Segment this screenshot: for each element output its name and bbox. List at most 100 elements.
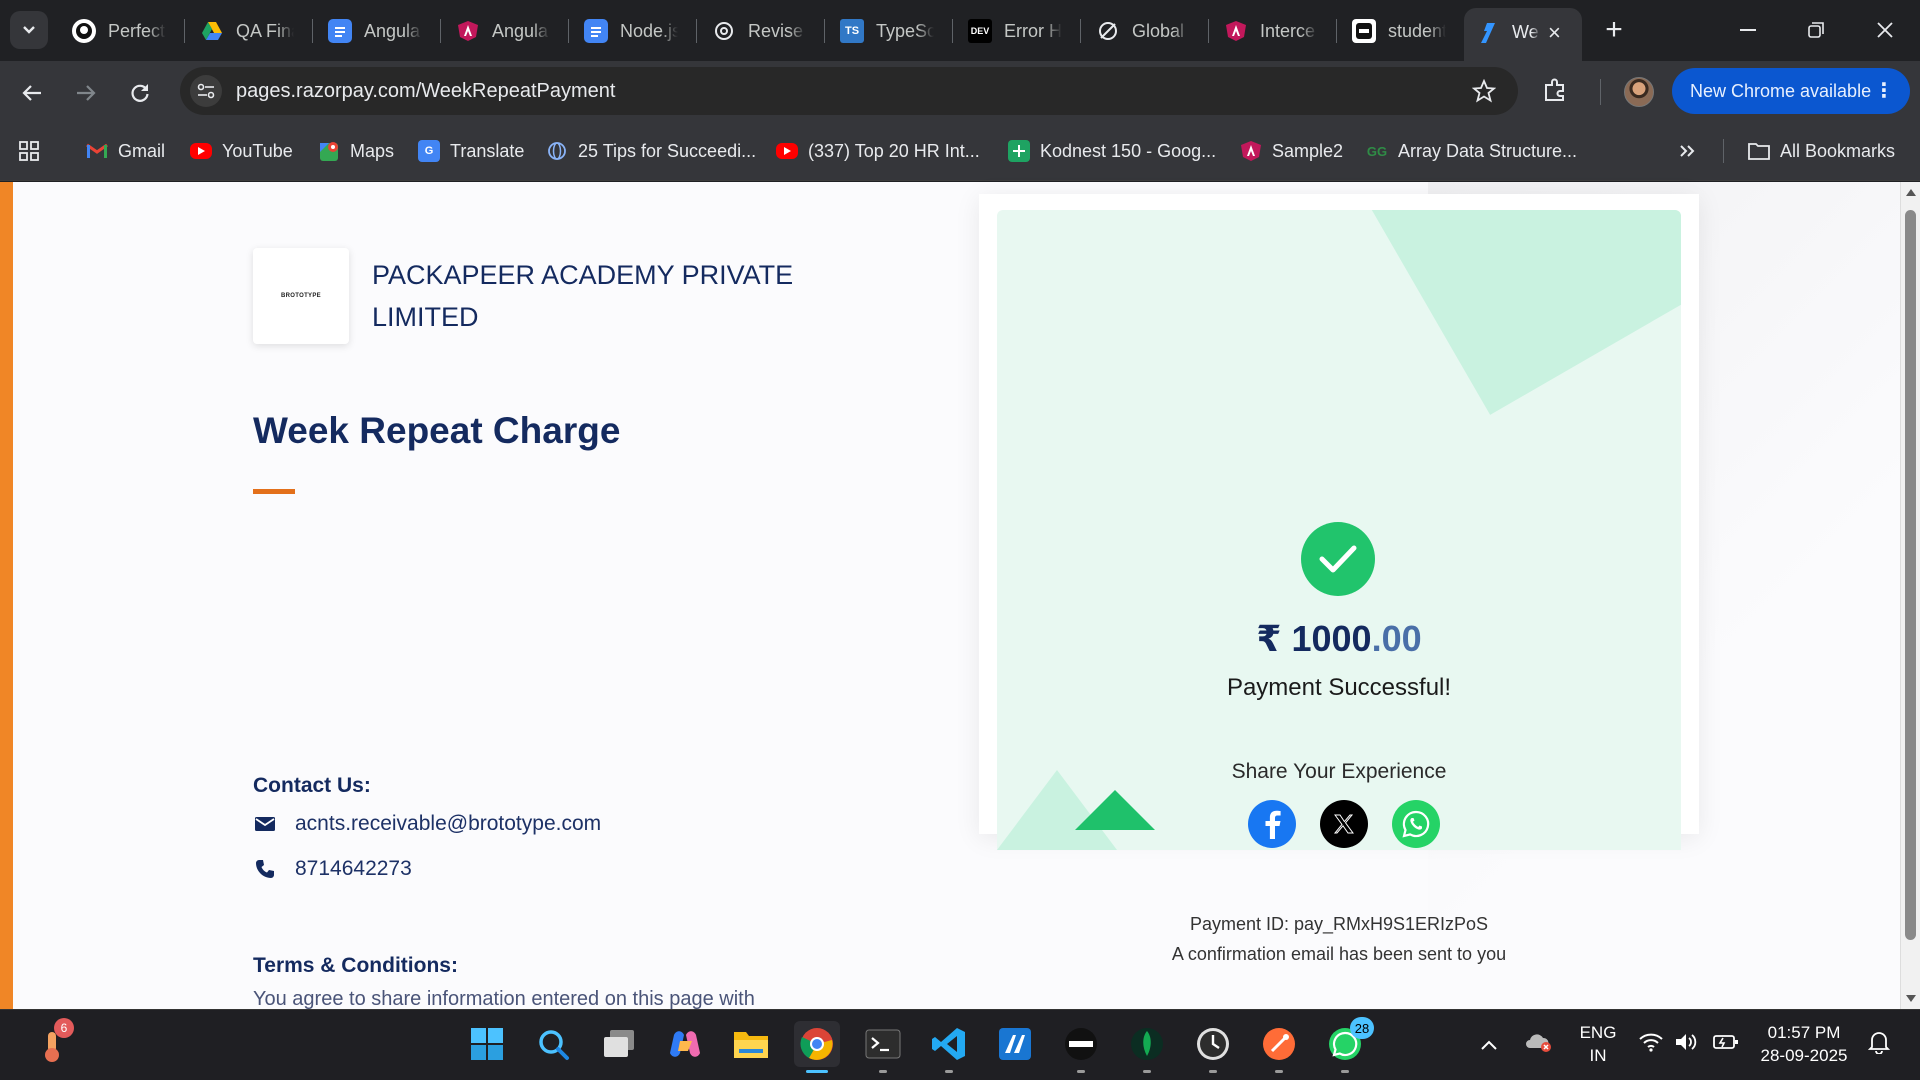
- clock-date[interactable]: 01:57 PM 28-09-2025: [1756, 1021, 1852, 1067]
- onedrive-icon[interactable]: [1524, 1032, 1552, 1058]
- scroll-up-icon[interactable]: [1906, 189, 1916, 196]
- scroll-down-icon[interactable]: [1906, 995, 1916, 1002]
- openai-icon: [712, 19, 736, 43]
- bookmarks-overflow-icon[interactable]: [1678, 135, 1696, 167]
- search-icon: [539, 1030, 569, 1060]
- tab-active-week-repeat[interactable]: We ×: [1464, 8, 1582, 61]
- azure-data-studio-button[interactable]: [992, 1021, 1038, 1067]
- terminal-button[interactable]: [860, 1021, 906, 1073]
- tab-revise[interactable]: Revise: [700, 12, 820, 50]
- start-button[interactable]: [464, 1021, 510, 1067]
- minimize-icon: [1740, 29, 1756, 31]
- task-view-button[interactable]: [596, 1021, 642, 1067]
- brototype-app-icon: [1065, 1028, 1097, 1060]
- tab-strip: Perfect QA Fina Angula Angula Node.js Re…: [0, 0, 1920, 61]
- tab-angular[interactable]: Angula: [444, 12, 564, 50]
- bookmark-star-icon[interactable]: [1471, 78, 1497, 108]
- language-indicator[interactable]: ENG IN: [1574, 1021, 1622, 1067]
- wifi-icon[interactable]: [1638, 1032, 1664, 1058]
- tab-error-handling[interactable]: DEV Error H: [956, 12, 1076, 50]
- bookmark-top-20-hr[interactable]: (337) Top 20 HR Int...: [776, 135, 980, 167]
- tab-search-button[interactable]: [10, 11, 48, 49]
- contact-email[interactable]: acnts.receivable@brototype.com: [295, 812, 601, 836]
- close-tab-icon[interactable]: ×: [1548, 21, 1561, 44]
- tab-typescript[interactable]: TS TypeSc: [828, 12, 948, 50]
- bookmark-sample2[interactable]: Sample2: [1240, 135, 1343, 167]
- postman-button[interactable]: [1256, 1021, 1302, 1073]
- address-bar[interactable]: pages.razorpay.com/WeekRepeatPayment: [180, 67, 1518, 115]
- bookmark-array-ds[interactable]: GG Array Data Structure...: [1366, 135, 1577, 167]
- search-button[interactable]: [530, 1021, 576, 1067]
- tab-global[interactable]: Global: [1084, 12, 1204, 50]
- payment-id: Payment ID: pay_RMxH9S1ERIzPoS: [1189, 914, 1489, 934]
- contact-phone[interactable]: 8714642273: [295, 857, 412, 881]
- tab-perfect[interactable]: Perfect: [60, 12, 180, 50]
- notification-bell-icon[interactable]: [1867, 1030, 1891, 1060]
- close-window-button[interactable]: [1855, 10, 1915, 50]
- back-button[interactable]: [14, 75, 50, 111]
- bookmark-translate[interactable]: G Translate: [418, 135, 524, 167]
- chrome-button[interactable]: [794, 1021, 840, 1073]
- x-twitter-icon[interactable]: [1320, 800, 1368, 848]
- angular-icon: [1224, 19, 1248, 43]
- windows-icon: [471, 1028, 503, 1060]
- all-bookmarks-button[interactable]: All Bookmarks: [1748, 135, 1895, 167]
- battery-icon[interactable]: [1712, 1032, 1740, 1058]
- card-decoration: [1340, 210, 1681, 415]
- chevron-up-icon: [1481, 1040, 1497, 1050]
- url-text[interactable]: pages.razorpay.com/WeekRepeatPayment: [236, 80, 615, 103]
- apps-grid-icon[interactable]: [18, 135, 40, 167]
- new-chrome-available-button[interactable]: New Chrome available ⋮: [1672, 68, 1910, 114]
- global-icon: [1096, 19, 1120, 43]
- new-tab-button[interactable]: +: [1596, 13, 1632, 49]
- copilot-icon: [670, 1031, 700, 1057]
- more-options-icon[interactable]: ⋮: [1874, 78, 1894, 104]
- scroll-thumb[interactable]: [1905, 210, 1916, 940]
- file-explorer-button[interactable]: [728, 1021, 774, 1067]
- whatsapp-taskbar-button[interactable]: 28: [1322, 1017, 1374, 1073]
- folder-icon: [1748, 140, 1770, 162]
- tab-interceptors[interactable]: Interce: [1212, 12, 1332, 50]
- google-docs-icon: [328, 19, 352, 43]
- brototype-app-button[interactable]: [1058, 1021, 1104, 1073]
- maps-icon: [318, 140, 340, 162]
- whatsapp-icon[interactable]: [1392, 800, 1440, 848]
- bookmark-gmail[interactable]: Gmail: [86, 135, 165, 167]
- reload-button[interactable]: [122, 75, 158, 111]
- weather-widget[interactable]: 6: [32, 1018, 74, 1066]
- profile-avatar[interactable]: [1624, 77, 1654, 107]
- terminal-icon: [865, 1029, 901, 1059]
- tab-qa-final[interactable]: QA Fina: [188, 12, 308, 50]
- restore-button[interactable]: [1786, 10, 1846, 50]
- share-buttons: [1248, 800, 1440, 848]
- facebook-icon[interactable]: [1248, 800, 1296, 848]
- arrow-left-icon: [22, 85, 41, 101]
- vscode-button[interactable]: [926, 1021, 972, 1073]
- bookmark-youtube[interactable]: YouTube: [190, 135, 293, 167]
- success-check-icon: [1301, 522, 1375, 596]
- bookmark-maps[interactable]: Maps: [318, 135, 394, 167]
- mongodb-compass-button[interactable]: [1124, 1021, 1170, 1073]
- show-hidden-icons[interactable]: [1480, 1034, 1498, 1057]
- volume-icon[interactable]: [1674, 1032, 1700, 1058]
- payment-status: Payment Successful!: [1226, 674, 1452, 701]
- clock-app-button[interactable]: [1190, 1021, 1236, 1073]
- bookmark-kodnest[interactable]: Kodnest 150 - Goog...: [1008, 135, 1216, 167]
- tab-nodejs[interactable]: Node.js: [572, 12, 692, 50]
- task-view-icon: [604, 1030, 634, 1057]
- extensions-icon[interactable]: [1542, 77, 1568, 108]
- accent-stripe: [0, 182, 13, 1009]
- site-info-icon[interactable]: [190, 75, 222, 107]
- bookmark-25-tips[interactable]: 25 Tips for Succeedi...: [546, 135, 756, 167]
- tab-student[interactable]: student: [1340, 12, 1460, 50]
- copilot-button[interactable]: [662, 1021, 708, 1067]
- bookmarks-bar: Gmail YouTube Maps G Translate 25 Tips f…: [0, 121, 1920, 181]
- mail-icon: [253, 812, 277, 836]
- github-icon: [72, 19, 96, 43]
- tab-angular-doc[interactable]: Angula: [316, 12, 436, 50]
- chrome-icon: [800, 1028, 833, 1060]
- forward-button[interactable]: [68, 75, 104, 111]
- minimize-button[interactable]: [1718, 10, 1778, 50]
- merchant-name: PACKAPEER ACADEMY PRIVATE LIMITED: [372, 260, 794, 332]
- page-scrollbar[interactable]: [1900, 182, 1920, 1009]
